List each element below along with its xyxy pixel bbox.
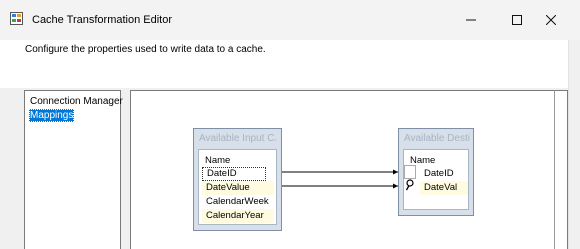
destination-row-dateval[interactable]: DateVal <box>420 181 468 195</box>
page-list: Connection Manager Mappings <box>24 90 124 249</box>
input-row-dateid[interactable]: DateID <box>202 167 266 181</box>
input-row-datevalue[interactable]: DateValue <box>202 181 274 195</box>
input-column-header: Name <box>205 155 231 166</box>
close-button[interactable] <box>528 0 574 40</box>
close-icon <box>546 15 556 25</box>
window-title: Cache Transformation Editor <box>32 14 173 26</box>
input-columns-table[interactable]: Available Input C... Name DateID DateVal… <box>193 128 282 231</box>
nav-item-mappings[interactable]: Mappings <box>29 109 75 122</box>
destination-row-dateid[interactable]: DateID <box>420 167 468 181</box>
input-row-calendaryear[interactable]: CalendarYear <box>202 209 274 223</box>
nav-item-connection-manager[interactable]: Connection Manager <box>29 95 124 108</box>
minimize-button[interactable] <box>448 0 494 40</box>
destination-table-title: Available Desti... <box>404 133 470 144</box>
index-key-icon <box>406 179 414 191</box>
app-icon <box>10 12 23 25</box>
title-bar: Cache Transformation Editor <box>0 0 580 40</box>
window-right-edge <box>568 40 580 249</box>
input-table-title: Available Input C... <box>199 133 278 144</box>
maximize-icon <box>512 15 522 25</box>
header-description: Configure the properties used to write d… <box>25 44 266 55</box>
input-table-body: Name DateID DateValue CalendarWeek Calen… <box>198 149 277 225</box>
input-row-calendarweek[interactable]: CalendarWeek <box>202 195 274 209</box>
row-selector-icon <box>404 165 416 179</box>
minimize-icon <box>466 19 476 21</box>
